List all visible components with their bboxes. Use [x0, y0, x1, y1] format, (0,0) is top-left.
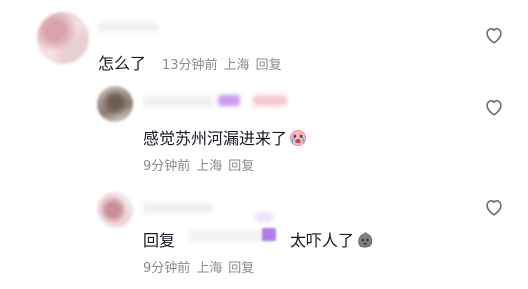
comment-text: 怎么了 [98, 54, 147, 73]
comment-time: 9分钟前 [143, 159, 191, 174]
comment-location: 上海 [196, 261, 223, 276]
mention-blurred[interactable] [188, 230, 272, 242]
heart-outline-icon[interactable] [483, 196, 505, 218]
comment-meta: 9分钟前 上海 回复 [143, 257, 260, 276]
comment-time: 13分钟前 [162, 58, 218, 73]
comment-location: 上海 [223, 58, 250, 73]
username-blurred[interactable] [98, 22, 158, 32]
reply-button[interactable]: 回复 [256, 58, 282, 73]
comment-body: 感觉苏州河漏进来了 [143, 129, 288, 148]
user-badge-blurred [262, 228, 276, 241]
avatar[interactable] [97, 86, 133, 122]
comment-location: 上海 [196, 159, 223, 174]
reply-prefix: 回复 [143, 231, 176, 250]
username-blurred[interactable] [143, 203, 213, 213]
user-badge-blurred [255, 212, 273, 222]
heart-outline-icon[interactable] [483, 96, 505, 118]
comment-meta: 9分钟前 上海 回复 [143, 155, 260, 174]
comment-time: 9分钟前 [143, 261, 191, 276]
comment-text: 感觉苏州河漏进来了 [143, 125, 307, 149]
stone-face-emoji [358, 231, 373, 248]
username-blurred[interactable] [143, 96, 213, 107]
reply-button[interactable]: 回复 [228, 159, 254, 174]
heart-outline-icon[interactable] [483, 24, 505, 46]
avatar[interactable] [37, 12, 89, 64]
reply-button[interactable]: 回复 [228, 261, 254, 276]
crying-face-emoji [290, 129, 307, 147]
comment-meta: 13分钟前 上海 回复 [162, 54, 288, 73]
user-badge-blurred [218, 95, 240, 106]
avatar[interactable] [97, 192, 133, 228]
user-badge-blurred [253, 95, 287, 106]
comment-body: 太吓人了 [290, 231, 355, 250]
comment-text: 太吓人了 [290, 227, 374, 251]
